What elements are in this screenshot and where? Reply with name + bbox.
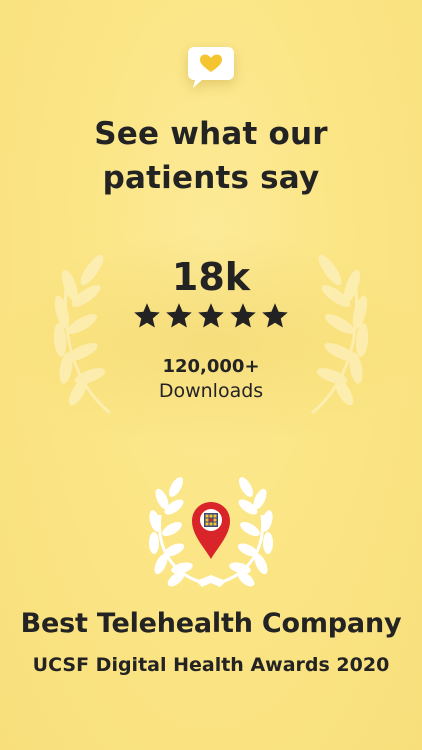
heart-chat-bubble-icon <box>188 47 234 88</box>
star-icon <box>262 303 288 328</box>
page-title: See what our patients say <box>0 112 422 200</box>
star-icon <box>134 303 160 328</box>
star-icon <box>166 303 192 328</box>
headline-line-2: patients say <box>102 160 320 196</box>
downloads-label: Downloads <box>158 380 264 402</box>
review-screen: See what our patients say 18k 120,000+ D… <box>0 0 422 750</box>
headline-line-1: See what our <box>94 116 328 152</box>
star-icon <box>230 303 256 328</box>
downloads-count: 120,000+ <box>162 356 260 377</box>
ratings-count: 18k <box>171 255 251 299</box>
map-pin-icon <box>192 502 230 559</box>
star-rating <box>0 301 422 333</box>
award-emblem <box>149 477 273 587</box>
award-subtitle: UCSF Digital Health Awards 2020 <box>32 654 390 676</box>
star-icon <box>198 303 224 328</box>
award-title: Best Telehealth Company <box>20 608 402 639</box>
